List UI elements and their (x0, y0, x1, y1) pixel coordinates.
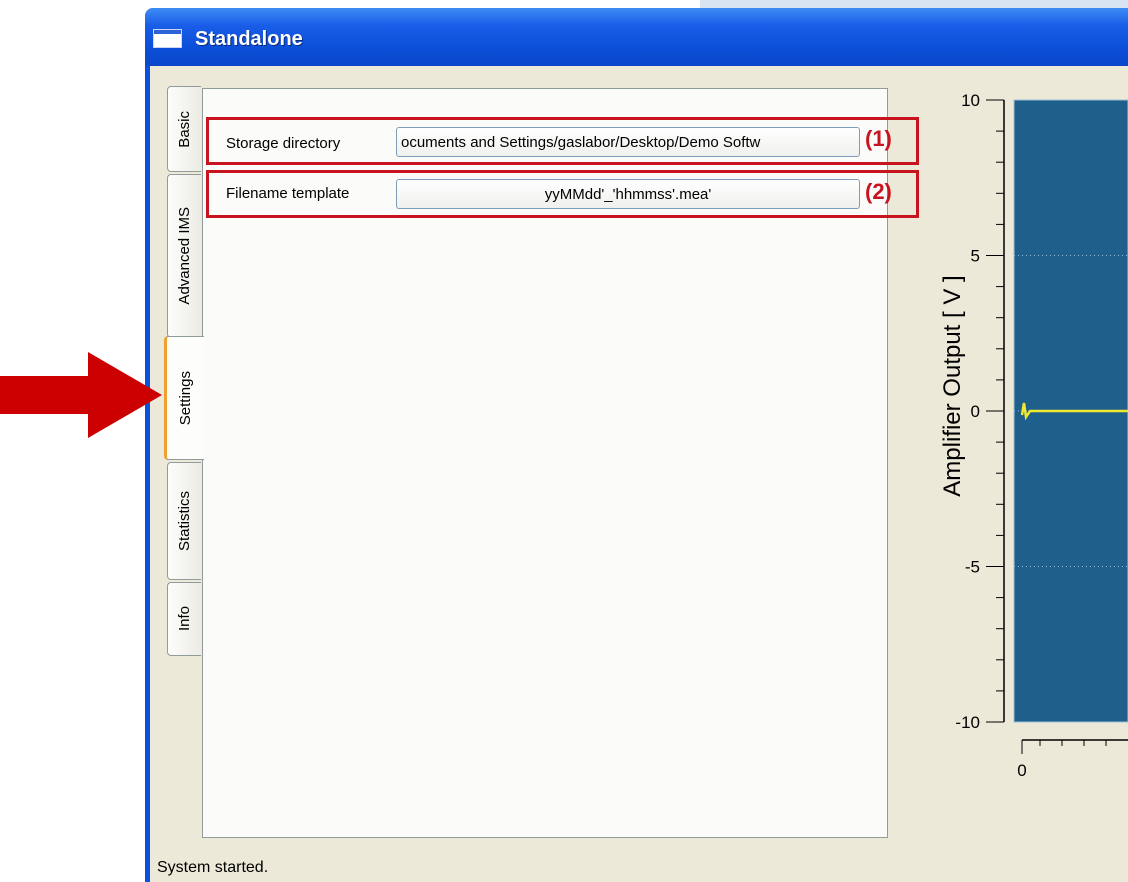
marker-2: (2) (865, 179, 892, 204)
tab-label: Advanced IMS (176, 207, 193, 305)
highlight-box-storage (206, 117, 919, 165)
tab-label: Info (176, 606, 193, 632)
tab-label: Statistics (176, 490, 193, 551)
y-tick-label: -10 (955, 713, 980, 732)
marker-1: (1) (865, 126, 892, 151)
red-arrow-pointer (0, 352, 162, 438)
x-tick-label: 0 (1017, 761, 1026, 780)
tab-label: Settings (177, 370, 194, 426)
arrow-shape (0, 352, 162, 438)
tab-advanced-ims[interactable]: Advanced IMS (167, 174, 201, 338)
y-tick-label: 0 (971, 402, 980, 421)
window-icon (153, 29, 182, 48)
y-tick-label: -5 (965, 558, 980, 577)
tab-info[interactable]: Info (167, 582, 201, 656)
status-bar: System started. (150, 854, 1128, 882)
y-tick-label: 5 (971, 247, 980, 266)
tab-label: Basic (176, 110, 193, 148)
status-text: System started. (157, 859, 269, 876)
vertical-tab-strip: Basic Advanced IMS Settings Statistics I… (164, 86, 204, 656)
highlight-box-filename (206, 170, 919, 218)
settings-panel: Storage directory ocuments and Settings/… (202, 88, 919, 838)
tab-statistics[interactable]: Statistics (167, 462, 201, 580)
tab-basic[interactable]: Basic (167, 86, 201, 172)
tab-settings[interactable]: Settings (164, 336, 204, 460)
y-axis: 10 5 0 -5 -10 (955, 91, 1005, 732)
window-title: Standalone (195, 28, 303, 50)
title-bar[interactable]: Standalone (145, 8, 1128, 66)
y-tick-label: 10 (961, 91, 980, 110)
plot-overlay: 0 (1013, 99, 1128, 780)
